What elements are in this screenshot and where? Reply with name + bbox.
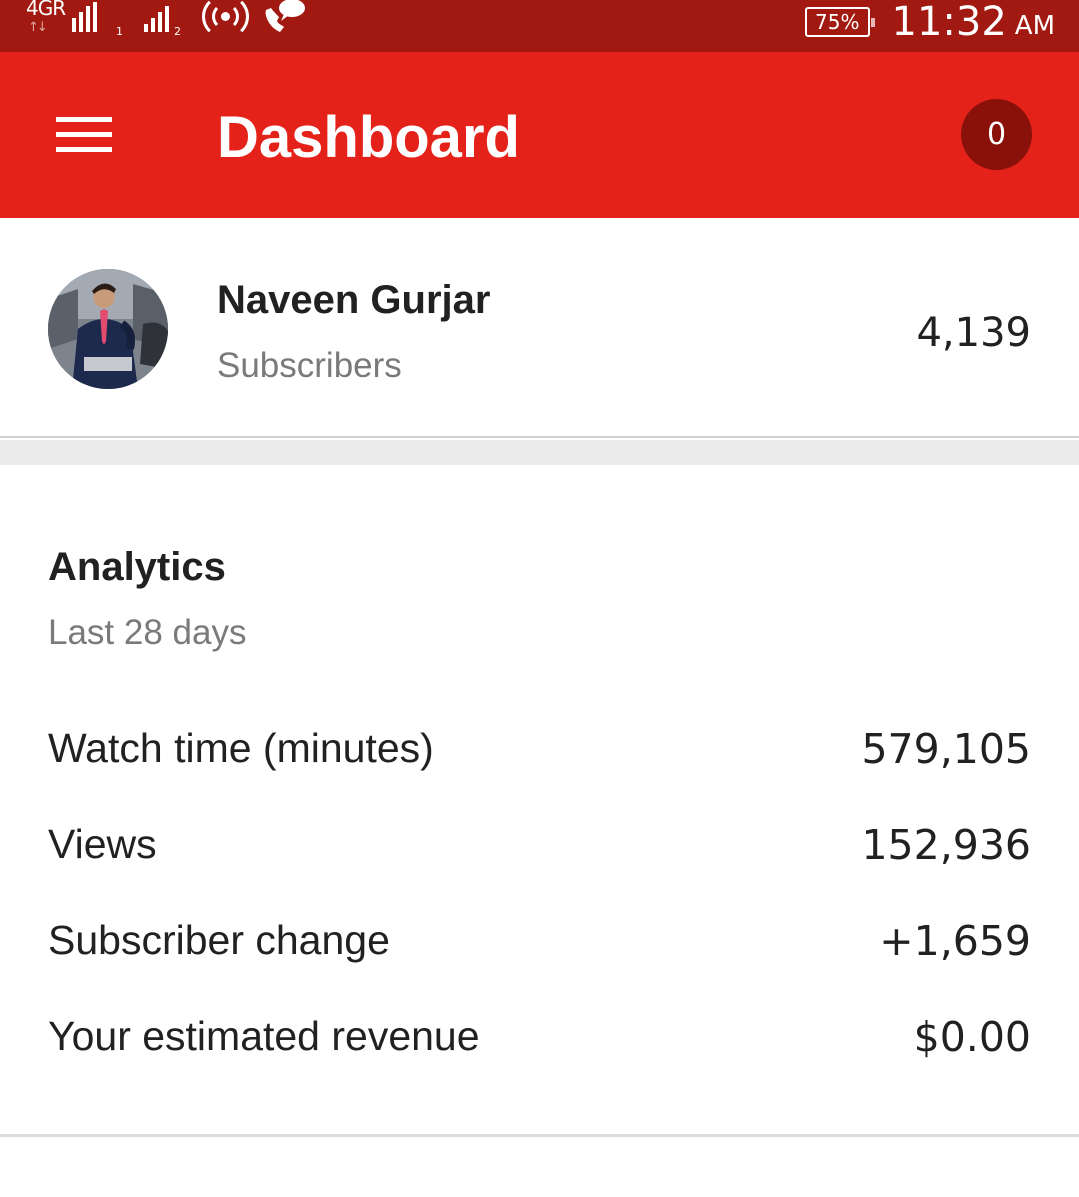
battery-level: 75%	[815, 10, 860, 34]
subscribers-label: Subscribers	[217, 346, 402, 385]
metric-value: 579,105	[861, 725, 1031, 773]
wifi-calling-icon	[260, 0, 308, 40]
channel-card[interactable]: Naveen Gurjar Subscribers 4,139	[0, 218, 1079, 438]
metric-label: Views	[48, 821, 157, 867]
metric-row-subscriber-change[interactable]: Subscriber change +1,659	[0, 893, 1079, 989]
clock-ampm: AM	[1014, 11, 1055, 41]
metric-row-watch-time[interactable]: Watch time (minutes) 579,105	[0, 701, 1079, 797]
analytics-period: Last 28 days	[48, 613, 247, 652]
status-bar: 4GR ↑↓ 1 2 75% 11:32 AM	[0, 0, 1079, 52]
app-bar: Dashboard 0	[0, 52, 1079, 218]
status-icons-left: 4GR ↑↓ 1 2	[26, 0, 308, 40]
hotspot-icon	[200, 0, 252, 40]
metric-value: 152,936	[861, 821, 1031, 869]
sim1-index: 1	[116, 25, 123, 38]
notification-badge[interactable]: 0	[961, 99, 1032, 170]
battery-icon: 75%	[805, 7, 875, 37]
sim2-index: 2	[174, 25, 181, 38]
signal-icon: 1	[66, 0, 123, 40]
network-type-indicator: 4GR ↑↓	[26, 0, 66, 40]
section-divider	[0, 440, 1079, 465]
metric-value: +1,659	[879, 917, 1031, 965]
metric-row-estimated-revenue[interactable]: Your estimated revenue $0.00	[0, 989, 1079, 1085]
analytics-title: Analytics	[48, 545, 226, 589]
network-type-label: 4GR	[26, 0, 66, 20]
subscribers-count: 4,139	[916, 310, 1031, 356]
channel-name: Naveen Gurjar	[217, 278, 491, 322]
avatar	[48, 269, 168, 389]
metric-label: Watch time (minutes)	[48, 725, 434, 771]
metric-value: $0.00	[913, 1013, 1031, 1061]
metric-row-views[interactable]: Views 152,936	[0, 797, 1079, 893]
signal-icon: 2	[138, 0, 194, 40]
page-title: Dashboard	[217, 105, 520, 170]
metric-label: Your estimated revenue	[48, 1013, 480, 1059]
bottom-divider	[0, 1134, 1079, 1137]
clock-time: 11:32	[891, 0, 1007, 45]
metric-label: Subscriber change	[48, 917, 390, 963]
data-activity-icon: ↑↓	[28, 20, 48, 35]
status-icons-right: 75% 11:32 AM	[805, 0, 1055, 45]
analytics-card: Analytics Last 28 days Watch time (minut…	[0, 465, 1079, 1135]
menu-button[interactable]	[54, 112, 114, 158]
